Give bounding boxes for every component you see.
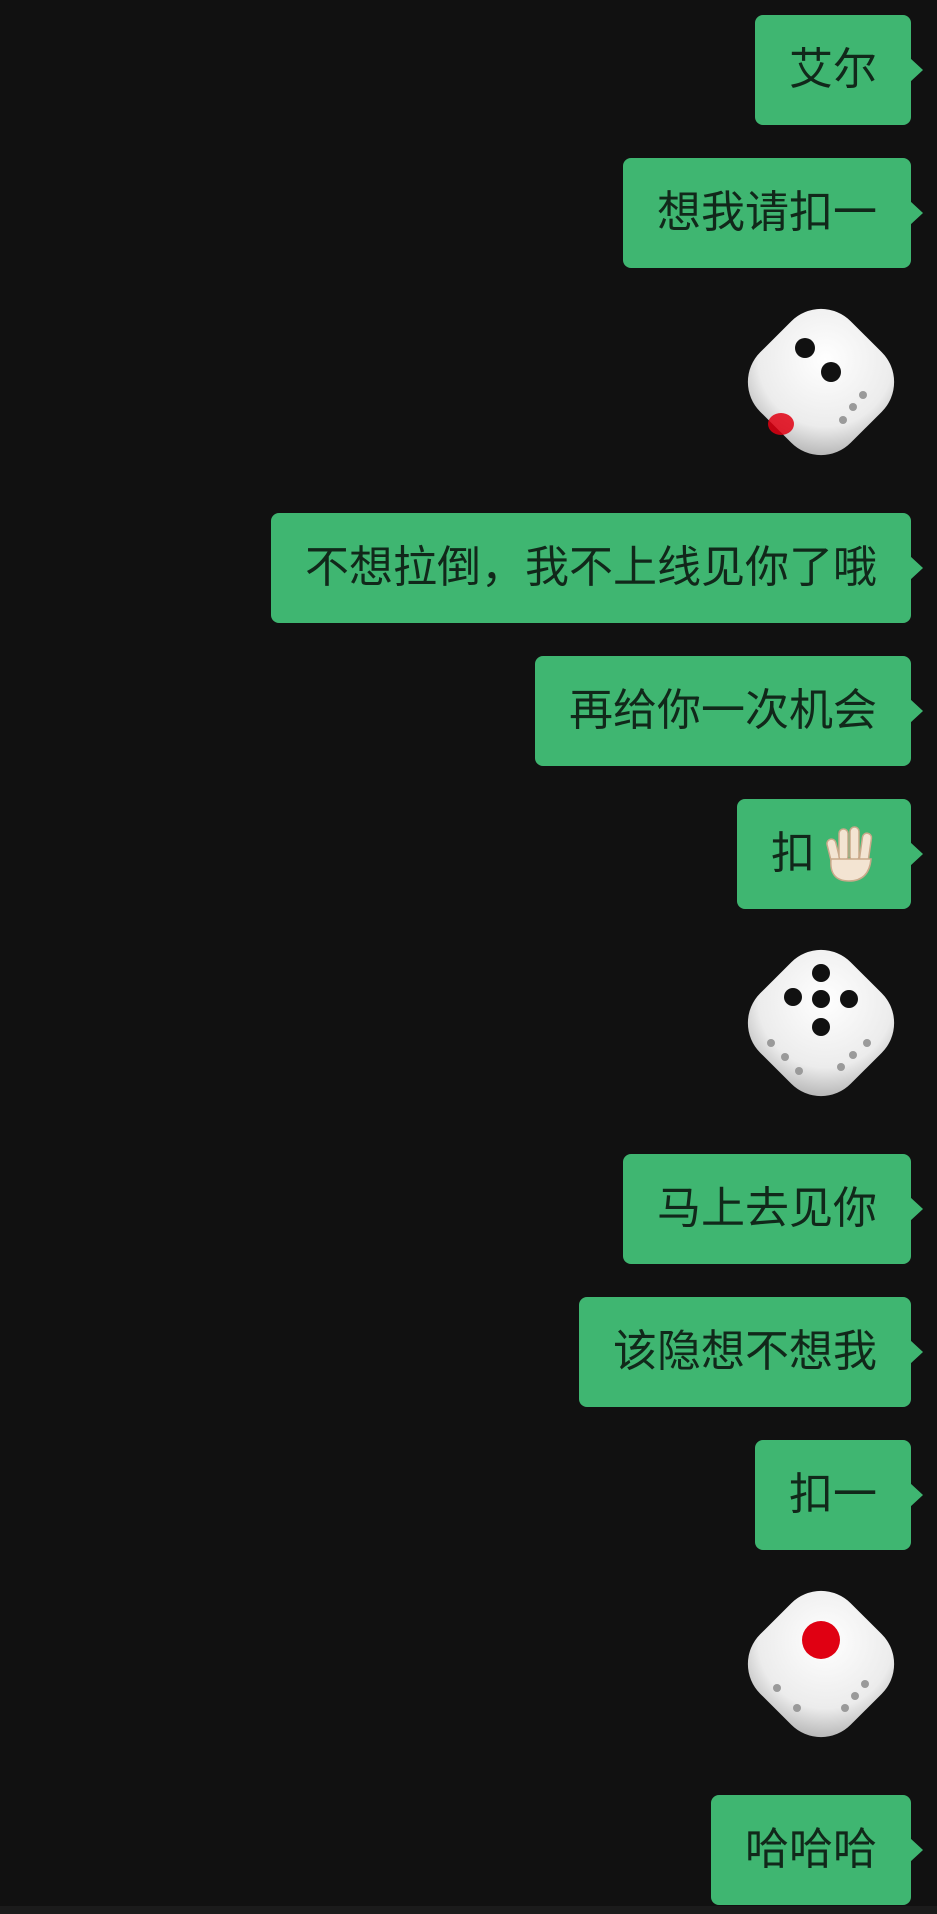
dice-pip bbox=[863, 1039, 871, 1047]
message-text: 不想拉倒，我不上线见你了哦 bbox=[271, 513, 923, 623]
dice-icon[interactable] bbox=[741, 943, 901, 1103]
dice-pip-red bbox=[802, 1621, 840, 1659]
dice-pip bbox=[812, 1018, 830, 1036]
dice-pip bbox=[861, 1680, 869, 1688]
message-text: 再给你一次机会 bbox=[535, 656, 923, 766]
dice-pip bbox=[849, 403, 857, 411]
chat-view: 艾尔 想我请扣一 不想拉倒，我不上线见你了哦 再给你一次机会 扣 马上去见你 该… bbox=[0, 0, 937, 1914]
dice-pip bbox=[821, 362, 841, 382]
dice-pip bbox=[849, 1051, 857, 1059]
dice-pip bbox=[812, 964, 830, 982]
message-text-label: 扣 bbox=[771, 828, 815, 879]
message-text: 艾尔 bbox=[755, 15, 923, 125]
message-text: 想我请扣一 bbox=[623, 158, 923, 268]
dice-pip bbox=[839, 416, 847, 424]
dice-pip bbox=[781, 1053, 789, 1061]
dice-pip bbox=[812, 990, 830, 1008]
dice-pip bbox=[784, 988, 802, 1006]
raised-hand-icon bbox=[826, 826, 873, 882]
dice-pip bbox=[840, 990, 858, 1008]
dice-pip bbox=[841, 1704, 849, 1712]
message-bubble[interactable]: 艾尔 bbox=[755, 15, 923, 125]
dice-body bbox=[747, 308, 895, 456]
message-text: 哈哈哈 bbox=[711, 1795, 923, 1905]
dice-pip bbox=[859, 391, 867, 399]
dice-body bbox=[747, 1590, 895, 1738]
dice-pip-red bbox=[768, 413, 794, 435]
message-bubble[interactable]: 该隐想不想我 bbox=[579, 1297, 923, 1407]
message-bubble[interactable]: 马上去见你 bbox=[623, 1154, 923, 1264]
dice-pip bbox=[795, 338, 815, 358]
message-text: 该隐想不想我 bbox=[579, 1297, 923, 1407]
message-bubble[interactable]: 不想拉倒，我不上线见你了哦 bbox=[271, 513, 923, 623]
message-bubble[interactable]: 想我请扣一 bbox=[623, 158, 923, 268]
dice-pip bbox=[773, 1684, 781, 1692]
dice-pip bbox=[793, 1704, 801, 1712]
dice-icon[interactable] bbox=[741, 1584, 901, 1744]
bottom-divider bbox=[0, 1906, 937, 1914]
dice-pip bbox=[795, 1067, 803, 1075]
message-bubble[interactable]: 再给你一次机会 bbox=[535, 656, 923, 766]
dice-pip bbox=[851, 1692, 859, 1700]
message-text: 扣一 bbox=[755, 1440, 923, 1550]
message-bubble[interactable]: 扣一 bbox=[755, 1440, 923, 1550]
message-bubble[interactable]: 哈哈哈 bbox=[711, 1795, 923, 1905]
dice-icon[interactable] bbox=[741, 302, 901, 462]
message-bubble[interactable]: 扣 bbox=[737, 799, 923, 909]
message-text: 马上去见你 bbox=[623, 1154, 923, 1264]
dice-pip bbox=[767, 1039, 775, 1047]
message-text: 扣 bbox=[737, 799, 923, 909]
dice-pip bbox=[837, 1063, 845, 1071]
message-text-label: 再给你一次机会 bbox=[569, 685, 877, 736]
